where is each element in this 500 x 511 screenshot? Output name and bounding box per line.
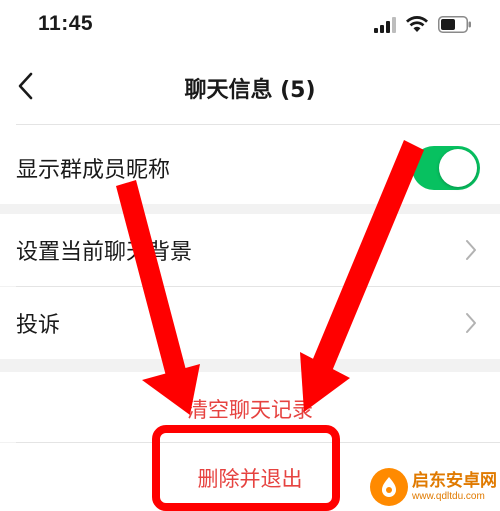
show-nicknames-toggle[interactable]: [412, 146, 480, 190]
chat-background-label: 设置当前聊天背景: [16, 240, 193, 265]
status-time: 11:45: [38, 12, 94, 35]
chat-background-row[interactable]: 设置当前聊天背景: [0, 214, 500, 286]
status-bar: 11:45: [0, 0, 500, 52]
highlight-box: [152, 425, 340, 511]
show-nicknames-label: 显示群成员昵称: [16, 158, 171, 183]
signal-icon: [374, 16, 396, 33]
toggle-knob: [439, 149, 477, 187]
navigation-bar: 聊天信息 (5): [0, 52, 500, 124]
status-icons: [374, 16, 472, 33]
watermark: 启东安卓网 www.qdltdu.com: [370, 465, 498, 509]
divider: [16, 124, 500, 125]
complaint-row[interactable]: 投诉: [0, 287, 500, 359]
page-title: 聊天信息 (5): [184, 78, 316, 103]
clear-history-button[interactable]: 清空聊天记录: [187, 398, 313, 422]
battery-icon: [438, 16, 471, 33]
complaint-label: 投诉: [16, 313, 61, 338]
watermark-logo-icon: [370, 468, 408, 506]
chevron-right-icon: [466, 240, 476, 260]
watermark-name: 启东安卓网: [412, 471, 497, 492]
watermark-url: www.qdltdu.com: [412, 490, 485, 502]
section-top-strip: [0, 124, 500, 132]
show-nicknames-row[interactable]: 显示群成员昵称: [0, 132, 500, 204]
wifi-icon: [406, 16, 428, 32]
chevron-right-icon: [466, 313, 476, 333]
